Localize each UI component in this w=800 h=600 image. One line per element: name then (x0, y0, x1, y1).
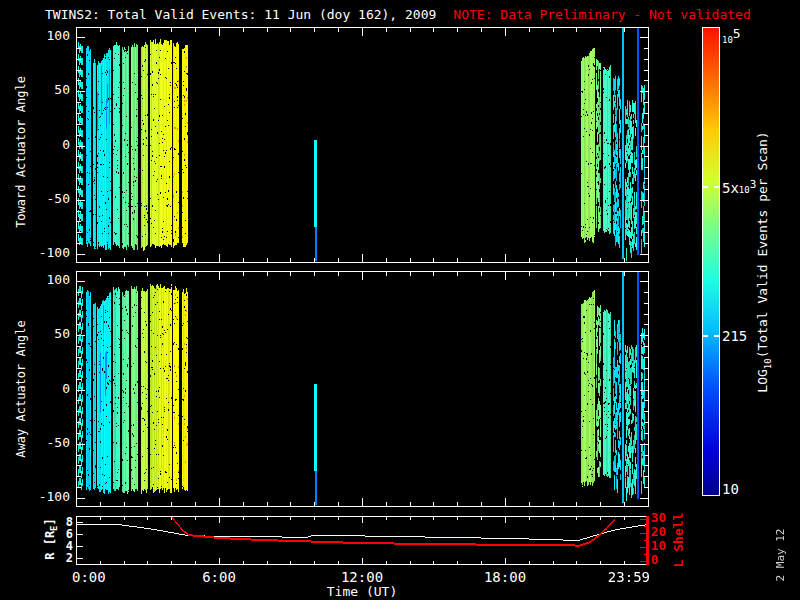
colorbar-min-label: 10 (722, 481, 739, 497)
toward-axis-label: Toward Actuator Angle (14, 76, 28, 228)
lshell-tick-label: 10 (651, 540, 667, 552)
away-spectrogram-canvas (77, 272, 648, 506)
lshell-axis-label: L Shell (671, 513, 686, 568)
colorbar-mid-label: 5x103 (722, 180, 756, 196)
orbit-lines-canvas (77, 517, 648, 564)
colorbar-tick-dash (703, 186, 708, 188)
lshell-tick-label: 20 (651, 526, 667, 538)
date-stamp: 2 May 12 (774, 529, 787, 582)
lshell-tick-label: 0 (651, 554, 659, 566)
colorbar-tick-dash (714, 186, 719, 188)
time-axis-title: Time (UT) (327, 584, 397, 599)
away-ytick-label: 50 (30, 328, 70, 340)
page-title: TWINS2: Total Valid Events: 11 Jun (doy … (45, 7, 751, 22)
toward-ytick-label: 100 (30, 30, 70, 42)
colorbar-title: LOG10(Total Valid Events per Scan) (755, 131, 773, 392)
colorbar (702, 27, 720, 496)
toward-ytick-label: 50 (30, 84, 70, 96)
colorbar-tick-dash (714, 335, 719, 337)
away-ytick-label: -100 (30, 491, 70, 503)
page-title-note: NOTE: Data Preliminary - Not validated (453, 7, 750, 22)
panel-orbit (76, 516, 649, 565)
colorbar-max-label: 105 (722, 30, 741, 46)
lshell-axis-line (646, 516, 649, 565)
time-tick-label: 18:00 (484, 569, 526, 585)
toward-ytick-label: 0 (30, 139, 70, 151)
time-tick-label: 0:00 (72, 569, 106, 585)
toward-spectrogram-canvas (77, 28, 648, 262)
away-ytick-label: -50 (30, 437, 70, 449)
toward-ytick-label: -100 (30, 247, 70, 259)
colorbar-tick-label: 215 (722, 328, 747, 344)
away-ytick-label: 0 (30, 383, 70, 395)
time-tick-label: 6:00 (202, 569, 236, 585)
r-tick-label: 2 (33, 552, 73, 564)
figure: TWINS2: Total Valid Events: 11 Jun (doy … (0, 0, 800, 600)
page-title-main: TWINS2: Total Valid Events: 11 Jun (doy … (45, 7, 436, 22)
away-axis-label: Away Actuator Angle (14, 320, 28, 457)
time-tick-label: 12:00 (341, 569, 383, 585)
lshell-tick-label: 30 (651, 512, 667, 524)
time-tick-label: 23:59 (608, 569, 650, 585)
panel-toward (76, 27, 649, 263)
colorbar-tick-dash (703, 335, 708, 337)
away-ytick-label: 100 (30, 274, 70, 286)
toward-ytick-label: -50 (30, 193, 70, 205)
panel-away (76, 271, 649, 507)
